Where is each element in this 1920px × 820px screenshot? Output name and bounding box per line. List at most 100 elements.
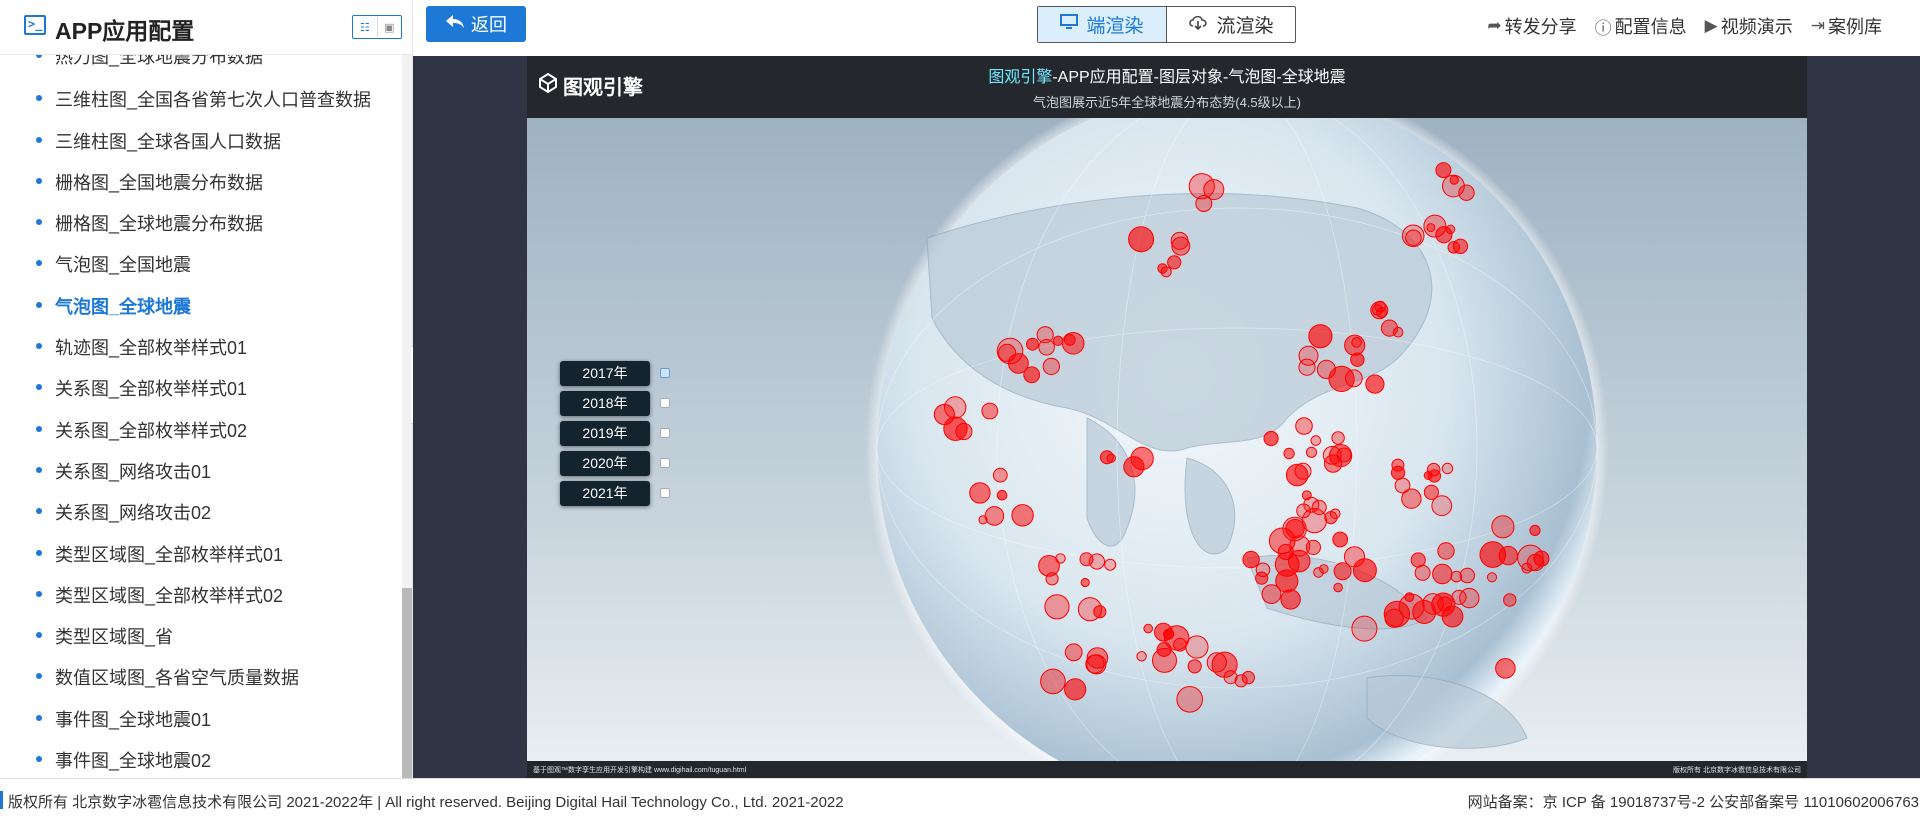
sidebar-item[interactable]: 三维柱图_全国各省第七次人口普查数据 — [35, 86, 371, 112]
earthquake-bubble — [1206, 652, 1227, 673]
earthquake-bubble — [1171, 236, 1191, 256]
globe-map[interactable] — [527, 118, 1807, 761]
config-info-link[interactable]: ⓘ 配置信息 — [1595, 13, 1687, 39]
earthquake-bubble — [1052, 335, 1064, 347]
cloud-download-icon — [1188, 14, 1208, 36]
earthquake-bubble — [1441, 605, 1464, 628]
year-button[interactable]: 2019年 — [560, 421, 650, 446]
stage-title: 图观引擎-APP应用配置-图层对象-气泡图-全球地震 — [988, 69, 1346, 86]
earthquake-bubble — [1195, 195, 1213, 212]
earthquake-bubble — [1044, 594, 1070, 620]
earthquake-bubble — [998, 343, 1017, 362]
topbar: 返回 端渲染 流渲染 ➦ 转发分享 ⓘ 配置信息 ▶ 视频演示 ⇥ 案例库 — [413, 0, 1920, 53]
earthquake-bubble — [1479, 541, 1507, 568]
earthquake-bubble — [1491, 515, 1515, 539]
year-button[interactable]: 2020年 — [560, 451, 650, 476]
sidebar-item[interactable]: 轨迹图_全部枚举样式01 — [35, 334, 247, 360]
sidebar-item[interactable]: 气泡图_全国地震 — [35, 251, 191, 277]
year-checkbox[interactable] — [660, 428, 670, 438]
top-links: ➦ 转发分享 ⓘ 配置信息 ▶ 视频演示 ⇥ 案例库 — [1487, 13, 1882, 39]
earthquake-bubble — [996, 489, 1008, 501]
sidebar-item[interactable]: 关系图_全部枚举样式02 — [35, 417, 247, 443]
sidebar-item[interactable]: 关系图_网络攻击02 — [35, 499, 211, 525]
earthquake-bubble — [1280, 589, 1301, 610]
year-checkbox[interactable] — [660, 488, 670, 498]
back-button[interactable]: 返回 — [426, 6, 526, 42]
image-view-icon[interactable]: ▣ — [376, 16, 402, 38]
earthquake-bubble — [1104, 558, 1117, 571]
earthquake-bubble — [1136, 651, 1147, 662]
share-link[interactable]: ➦ 转发分享 — [1487, 13, 1576, 39]
earthquake-bubble — [1234, 674, 1248, 688]
earthquake-bubble — [1526, 553, 1545, 572]
earthquake-bubble — [1426, 462, 1441, 477]
stream-render-option[interactable]: 流渲染 — [1167, 7, 1295, 42]
sidebar-item[interactable]: 关系图_全部枚举样式01 — [35, 375, 247, 401]
earthquake-bubble — [1426, 223, 1436, 233]
earthquake-bubble — [1447, 241, 1461, 254]
monitor-icon — [1060, 13, 1079, 36]
year-button[interactable]: 2018年 — [560, 391, 650, 416]
earthquake-bubble — [1308, 324, 1333, 349]
earthquake-bubble — [981, 402, 999, 420]
sidebar-item[interactable]: 热力图_全球地震分布数据 — [35, 55, 263, 69]
earthquake-bubble — [1391, 458, 1405, 472]
earthquake-bubble — [943, 416, 968, 441]
earthquake-bubble — [1123, 456, 1145, 478]
earthquake-bubble — [1242, 550, 1260, 569]
sidebar-item-active[interactable]: 气泡图_全球地震 — [35, 293, 191, 319]
earthquake-bubble — [1495, 658, 1516, 679]
earthquake-bubble — [984, 506, 1005, 526]
year-checkbox[interactable] — [660, 368, 670, 378]
sidebar-scrollbar-thumb[interactable] — [402, 588, 412, 778]
back-arrow-icon — [445, 14, 465, 35]
year-button[interactable]: 2017年 — [560, 361, 650, 386]
sidebar-item[interactable]: 栅格图_全球地震分布数据 — [35, 210, 263, 236]
earthquake-bubble — [1432, 563, 1453, 585]
sidebar-item[interactable]: 数值区域图_各省空气质量数据 — [35, 664, 299, 690]
sidebar-list: 热力图_全球地震分布数据 三维柱图_全国各省第七次人口普查数据 三维柱图_全球各… — [0, 55, 400, 778]
earthquake-bubble — [1277, 543, 1294, 561]
earthquake-bubble — [969, 482, 991, 504]
earthquake-bubble — [1106, 453, 1116, 463]
earthquake-bubble — [1064, 678, 1087, 701]
earthquake-bubble — [1445, 224, 1456, 235]
sidebar-item[interactable]: 事件图_全球地震01 — [35, 706, 211, 732]
sidebar-item[interactable]: 事件图_全球地震02 — [35, 747, 211, 773]
earthquake-bubble — [1294, 462, 1312, 480]
stage-header: 图观引擎 图观引擎-APP应用配置-图层对象-气泡图-全球地震 气泡图展示近5年… — [527, 56, 1807, 118]
stage-subtitle: 气泡图展示近5年全球地震分布态势(4.5级以上) — [1033, 95, 1301, 110]
sidebar-item[interactable]: 关系图_网络攻击01 — [35, 458, 211, 484]
sidebar-item[interactable]: 类型区域图_全部枚举样式01 — [35, 541, 283, 567]
view-toggle[interactable]: ☷ ▣ — [352, 15, 402, 39]
earthquake-bubble — [1435, 162, 1452, 179]
footer-icp: 网站备案：京 ICP 备 19018737号-2 公安部备案号 11010602… — [1467, 794, 1919, 811]
year-button[interactable]: 2021年 — [560, 481, 650, 506]
sidebar-item[interactable]: 三维柱图_全球各国人口数据 — [35, 128, 281, 154]
earthquake-bubble — [1486, 572, 1498, 583]
earthquake-bubble — [1187, 659, 1202, 674]
earthquake-bubble — [1450, 570, 1463, 583]
earthquake-bubble — [1164, 625, 1190, 651]
video-demo-link[interactable]: ▶ 视频演示 — [1705, 13, 1793, 39]
sidebar-item[interactable]: 栅格图_全国地震分布数据 — [35, 169, 263, 195]
earthquake-bubble — [1352, 558, 1377, 583]
play-icon: ▶ — [1704, 16, 1718, 35]
client-render-option[interactable]: 端渲染 — [1038, 7, 1167, 42]
case-library-link[interactable]: ⇥ 案例库 — [1811, 13, 1882, 39]
earthquake-bubble — [1045, 572, 1059, 586]
list-view-icon[interactable]: ☷ — [353, 16, 377, 38]
sidebar-item[interactable]: 类型区域图_全部枚举样式02 — [35, 582, 283, 608]
sidebar-title: APP应用配置 — [55, 18, 195, 44]
visualization-stage: 图观引擎 图观引擎-APP应用配置-图层对象-气泡图-全球地震 气泡图展示近5年… — [527, 56, 1807, 778]
earthquake-bubble — [1305, 539, 1322, 555]
sidebar-item[interactable]: 类型区域图_省 — [35, 623, 173, 649]
earthquake-bubble — [1152, 647, 1177, 673]
year-checkbox[interactable] — [660, 458, 670, 468]
earthquake-bubble — [1026, 337, 1039, 351]
year-checkbox[interactable] — [660, 398, 670, 408]
earthquake-bubble — [1437, 542, 1455, 560]
info-icon: ⓘ — [1594, 18, 1612, 38]
earthquake-bubble — [1055, 553, 1066, 564]
earthquake-bubble — [1328, 365, 1355, 392]
